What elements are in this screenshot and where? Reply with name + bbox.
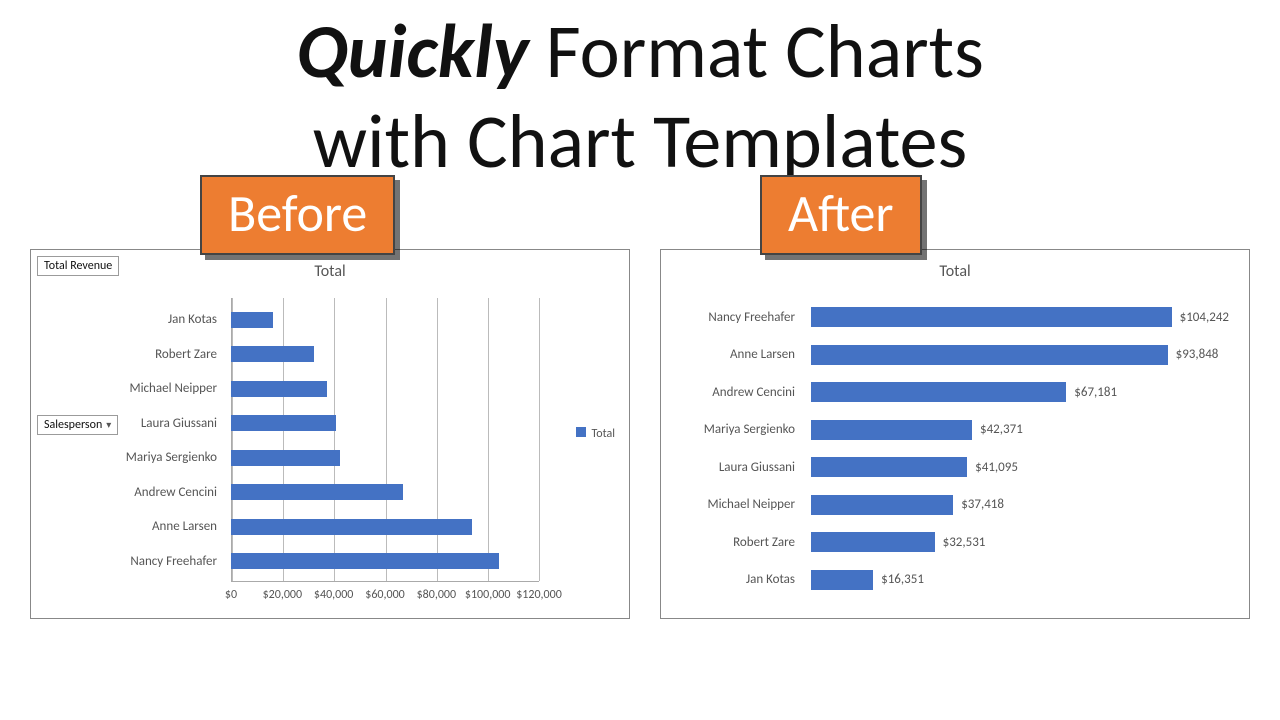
- bar: [231, 553, 499, 569]
- data-label: $93,848: [1176, 347, 1219, 362]
- chart-row: Nancy Freehafer: [231, 550, 539, 572]
- chart-row: Laura Giussani$41,095: [811, 453, 1229, 481]
- bar: [811, 307, 1172, 327]
- bar: [231, 519, 472, 535]
- data-label: $32,531: [943, 535, 986, 550]
- chart-row: Andrew Cencini$67,181: [811, 378, 1229, 406]
- x-tick-label: $80,000: [417, 588, 457, 602]
- x-tick-label: $120,000: [516, 588, 562, 602]
- x-tick-label: $20,000: [263, 588, 303, 602]
- x-tick-label: $60,000: [365, 588, 405, 602]
- before-column: Before Total Revenue Salesperson Total T…: [30, 175, 630, 619]
- category-label: Jan Kotas: [663, 572, 803, 587]
- category-label: Jan Kotas: [35, 312, 225, 327]
- bar: [811, 532, 935, 552]
- category-label: Laura Giussani: [663, 460, 803, 475]
- bar: [231, 312, 273, 328]
- chart-row: Jan Kotas: [231, 309, 539, 331]
- data-label: $37,418: [961, 497, 1004, 512]
- chart-row: Jan Kotas$16,351: [811, 566, 1229, 594]
- after-plot-area: Nancy Freehafer$104,242 Anne Larsen$93,84…: [811, 298, 1229, 598]
- category-label: Robert Zare: [35, 347, 225, 362]
- bar: [811, 570, 873, 590]
- category-label: Anne Larsen: [663, 347, 803, 362]
- data-label: $16,351: [881, 572, 924, 587]
- bar: [231, 484, 403, 500]
- after-chart-title: Total: [661, 250, 1249, 281]
- data-label: $42,371: [980, 422, 1023, 437]
- before-chart: Total Revenue Salesperson Total Total Ja…: [30, 249, 630, 619]
- field-total-revenue[interactable]: Total Revenue: [37, 256, 119, 276]
- chart-row: Nancy Freehafer$104,242: [811, 303, 1229, 331]
- before-badge: Before: [200, 175, 395, 255]
- chart-row: Robert Zare$32,531: [811, 528, 1229, 556]
- bar: [811, 382, 1066, 402]
- before-legend: Total: [576, 427, 615, 441]
- before-x-ticks: $0$20,000$40,000$60,000$80,000$100,000$1…: [231, 588, 539, 612]
- page-title: Quickly Format Charts with Chart Templat…: [0, 0, 1280, 187]
- after-badge: After: [760, 175, 922, 255]
- bar: [811, 495, 953, 515]
- legend-label: Total: [592, 427, 615, 441]
- legend-swatch: [576, 427, 586, 437]
- category-label: Mariya Sergienko: [663, 422, 803, 437]
- category-label: Nancy Freehafer: [663, 310, 803, 325]
- chart-row: Andrew Cencini: [231, 481, 539, 503]
- chart-row: Anne Larsen: [231, 516, 539, 538]
- bar: [231, 415, 336, 431]
- bar: [231, 346, 314, 362]
- title-line1-rest: Format Charts: [529, 6, 984, 98]
- category-label: Robert Zare: [663, 535, 803, 550]
- after-column: After Total Nancy Freehafer$104,242Anne …: [660, 175, 1250, 619]
- chart-row: Laura Giussani: [231, 412, 539, 434]
- x-tick-label: $100,000: [465, 588, 511, 602]
- category-label: Anne Larsen: [35, 519, 225, 534]
- x-tick-label: $0: [225, 588, 237, 602]
- category-label: Michael Neipper: [35, 381, 225, 396]
- bar: [811, 420, 972, 440]
- category-label: Laura Giussani: [35, 416, 225, 431]
- after-chart: Total Nancy Freehafer$104,242Anne Larsen…: [660, 249, 1250, 619]
- chart-row: Michael Neipper$37,418: [811, 491, 1229, 519]
- bar: [231, 450, 340, 466]
- chart-row: Mariya Sergienko: [231, 447, 539, 469]
- panels: Before Total Revenue Salesperson Total T…: [0, 175, 1280, 619]
- gridline: [539, 298, 540, 581]
- title-line2: with Chart Templates: [313, 96, 967, 188]
- bar: [811, 345, 1168, 365]
- data-label: $67,181: [1074, 385, 1117, 400]
- category-label: Michael Neipper: [663, 497, 803, 512]
- bar: [811, 457, 967, 477]
- category-label: Mariya Sergienko: [35, 450, 225, 465]
- category-label: Andrew Cencini: [663, 385, 803, 400]
- data-label: $41,095: [975, 460, 1018, 475]
- category-label: Andrew Cencini: [35, 485, 225, 500]
- title-emphasis: Quickly: [296, 6, 528, 98]
- data-label: $104,242: [1180, 310, 1229, 325]
- chart-row: Michael Neipper: [231, 378, 539, 400]
- before-bars: Jan Kotas Robert Zare Michael Neipper Laura…: [231, 302, 539, 578]
- category-label: Nancy Freehafer: [35, 554, 225, 569]
- bar: [231, 381, 327, 397]
- x-tick-label: $40,000: [314, 588, 354, 602]
- chart-row: Robert Zare: [231, 343, 539, 365]
- chart-row: Anne Larsen$93,848: [811, 341, 1229, 369]
- chart-row: Mariya Sergienko$42,371: [811, 416, 1229, 444]
- field-total-revenue-label: Total Revenue: [44, 259, 112, 273]
